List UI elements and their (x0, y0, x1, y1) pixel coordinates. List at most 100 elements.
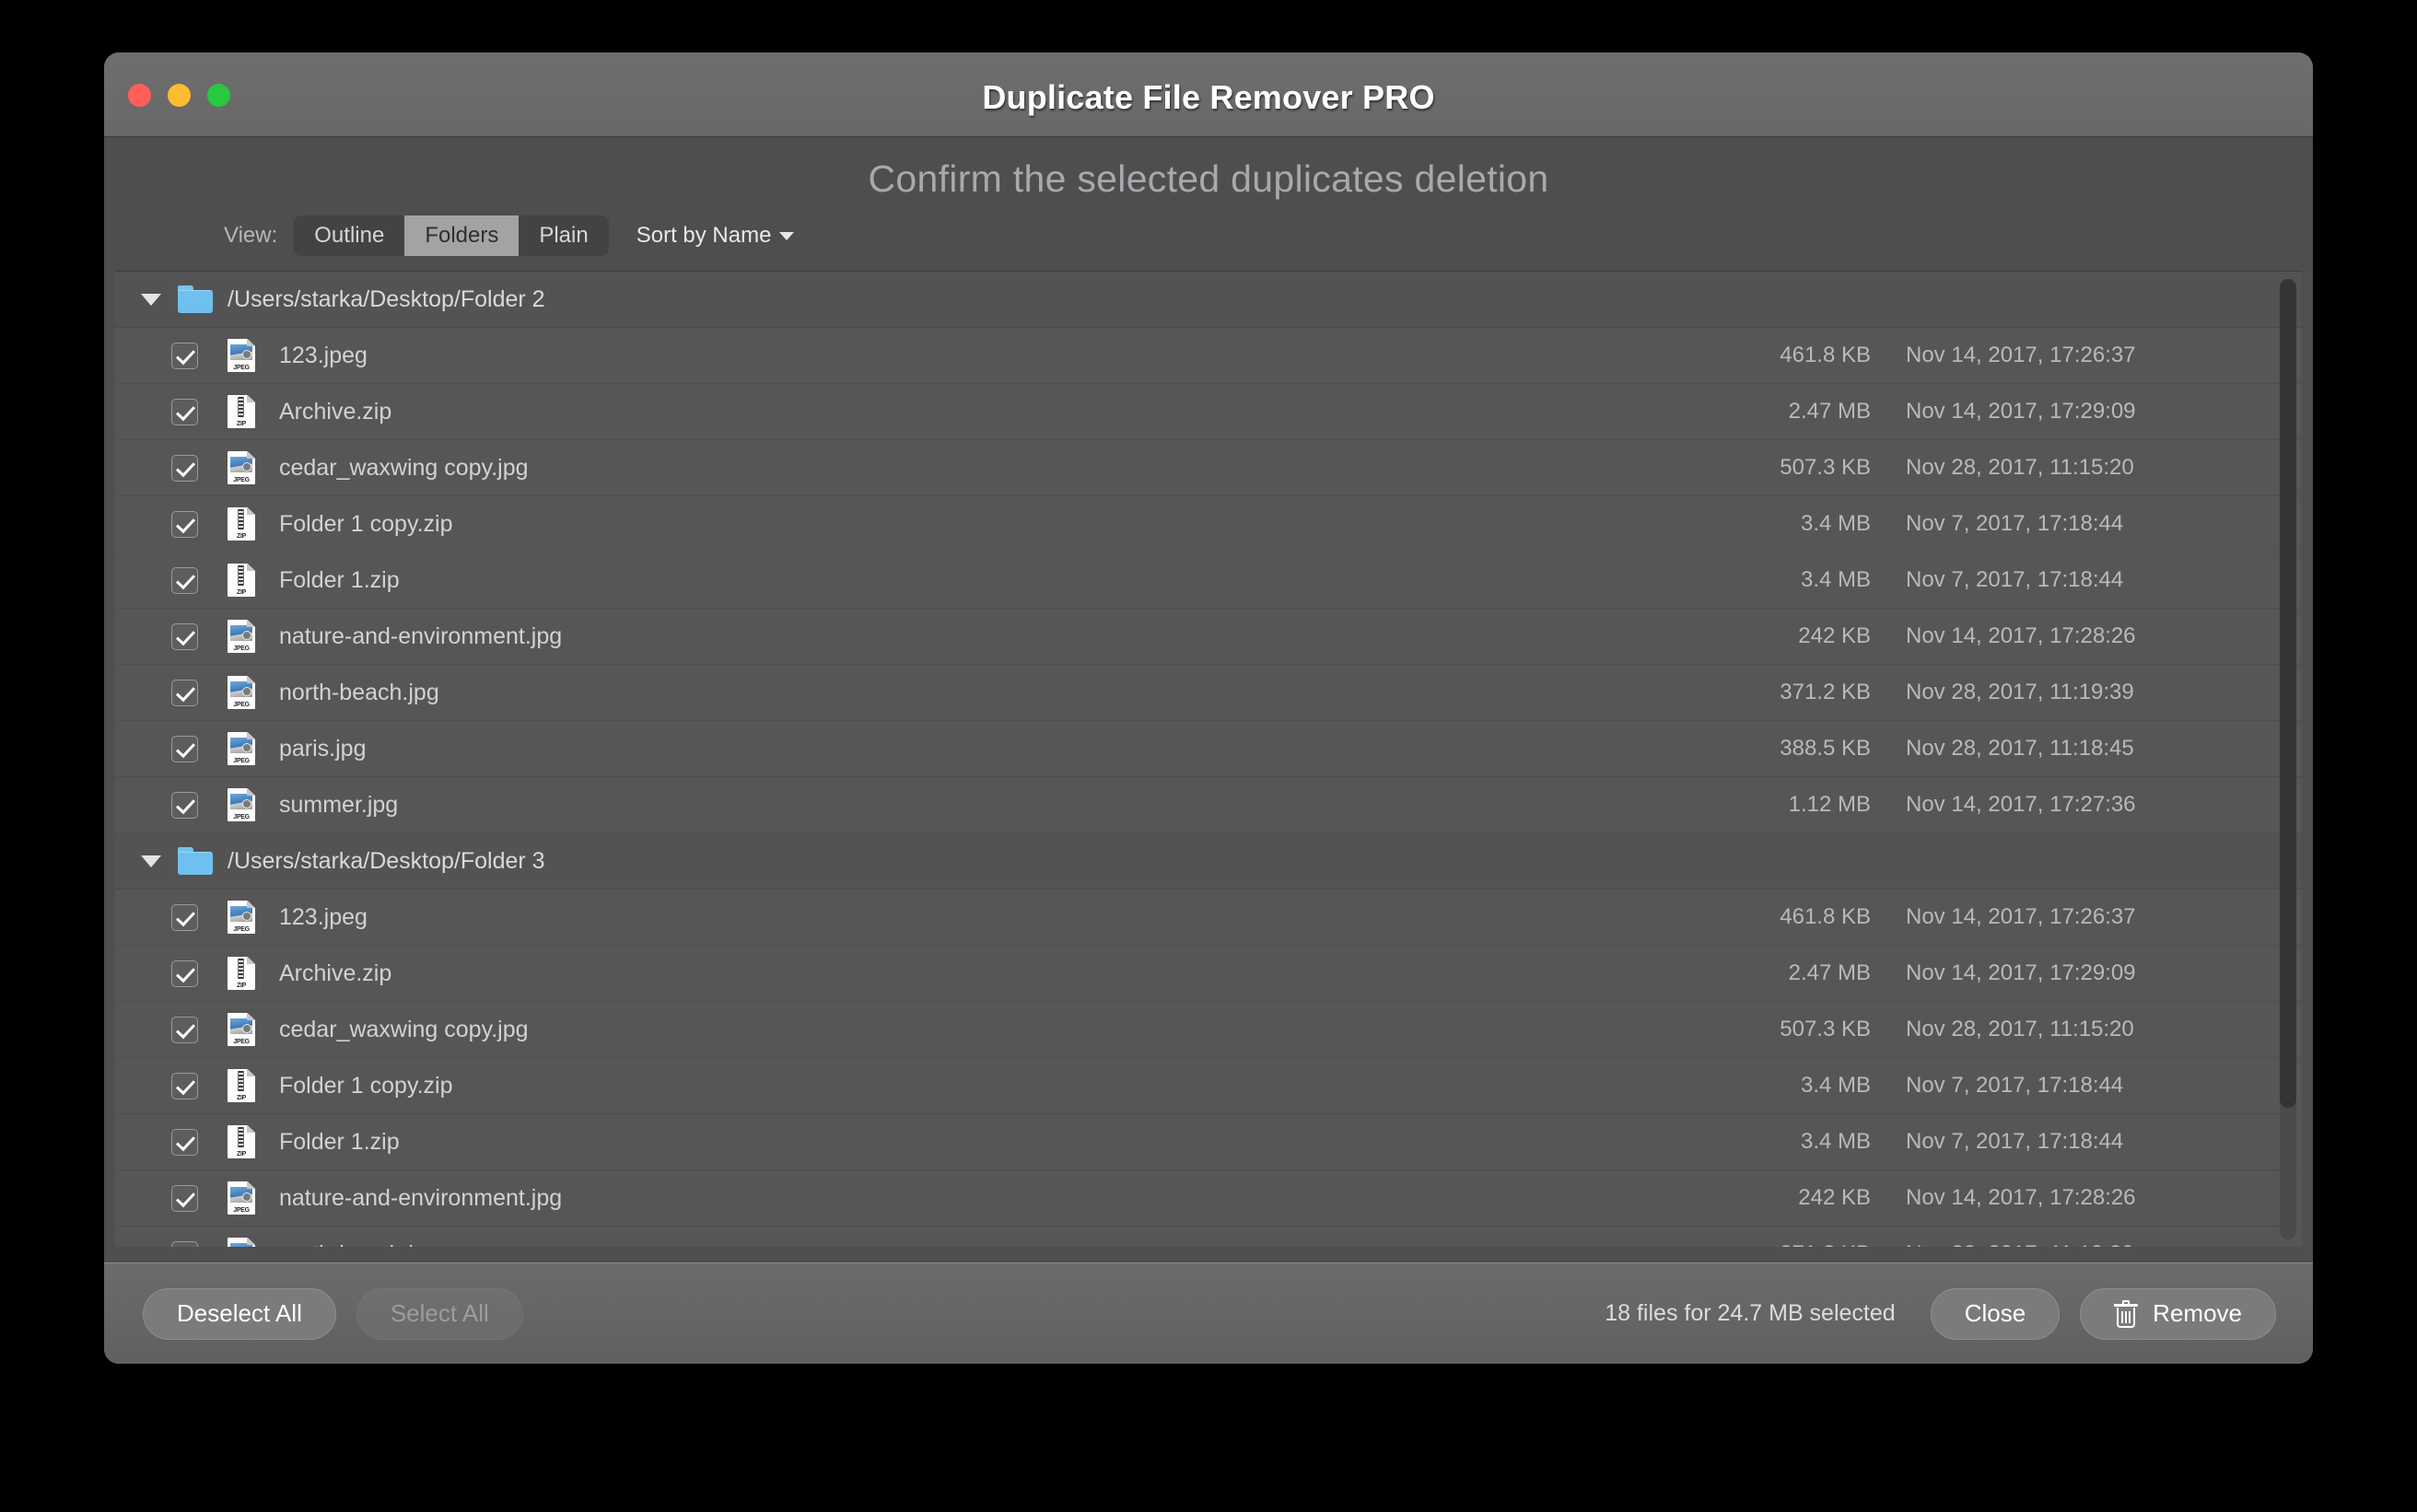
file-checkbox[interactable] (171, 510, 198, 538)
table-row[interactable]: JPEG 123.jpeg 461.8 KB Nov 14, 2017, 17:26:… (115, 890, 2302, 946)
file-size: 2.47 MB (1788, 399, 1871, 424)
table-row[interactable]: ZIP Archive.zip 2.47 MB Nov 14, 2017, 17:29… (115, 946, 2302, 1002)
remove-button[interactable]: Remove (2080, 1287, 2276, 1340)
file-date: Nov 28, 2017, 11:19:39 (1906, 680, 2134, 704)
file-date: Nov 7, 2017, 17:18:44 (1906, 1073, 2124, 1098)
window-titlebar: Duplicate File Remover PRO (104, 52, 2313, 137)
table-row[interactable]: ZIP Folder 1 copy.zip 3.4 MB Nov 7, 2017, 1… (115, 1058, 2302, 1114)
file-size: 388.5 KB (1780, 736, 1871, 761)
disclosure-triangle-icon[interactable] (141, 855, 161, 867)
table-row[interactable]: JPEGnorth-beach.jpg371.2 KBNov 28, 2017,… (115, 1227, 2302, 1247)
file-size: 3.4 MB (1800, 567, 1871, 592)
table-row[interactable]: ZIP Folder 1 copy.zip 3.4 MB Nov 7, 2017, 1… (115, 496, 2302, 552)
table-row[interactable]: ZIP Folder 1.zip 3.4 MB Nov 7, 2017, 17:18:… (115, 1114, 2302, 1170)
file-checkbox-cell[interactable] (115, 510, 228, 538)
table-row[interactable]: JPEGnorth-beach.jpg371.2 KBNov 28, 2017,… (115, 665, 2302, 721)
table-row[interactable]: JPEG summer.jpg 1.12 MB Nov 14, 2017, 17:27… (115, 777, 2302, 833)
file-checkbox[interactable] (171, 791, 198, 819)
file-checkbox-cell[interactable] (115, 566, 228, 594)
list-scrollbar[interactable] (2280, 279, 2296, 1239)
view-label: View: (224, 223, 278, 248)
zip-file-icon: ZIP (228, 1069, 255, 1102)
scrollbar-thumb[interactable] (2280, 279, 2296, 1108)
file-checkbox-cell[interactable] (115, 903, 228, 931)
dialog-subtitle: Confirm the selected duplicates deletion (868, 157, 1549, 200)
file-checkbox-cell[interactable] (115, 454, 228, 482)
file-checkbox[interactable] (171, 903, 198, 931)
table-row[interactable]: ZIP Folder 1.zip 3.4 MB Nov 7, 2017, 17:18:… (115, 552, 2302, 609)
view-mode-plain[interactable]: Plain (519, 215, 608, 256)
file-checkbox-cell[interactable] (115, 1128, 228, 1156)
file-checkbox[interactable] (171, 679, 198, 706)
file-checkbox[interactable] (171, 398, 198, 425)
file-checkbox[interactable] (171, 960, 198, 987)
file-checkbox[interactable] (171, 1072, 198, 1099)
file-size: 507.3 KB (1780, 455, 1871, 480)
file-size: 242 KB (1798, 623, 1871, 648)
file-date: Nov 14, 2017, 17:26:37 (1906, 904, 2136, 929)
jpeg-file-icon: JPEG (228, 901, 255, 934)
file-checkbox[interactable] (171, 622, 198, 650)
table-row[interactable]: JPEG cedar_waxwing copy.jpg 507.3 KB Nov 28… (115, 440, 2302, 496)
folder-icon (178, 285, 213, 313)
file-checkbox-cell[interactable] (115, 398, 228, 425)
folder-group-header[interactable]: /Users/starka/Desktop/Folder 3 (115, 833, 2302, 890)
file-size: 242 KB (1798, 1185, 1871, 1210)
file-date: Nov 28, 2017, 11:18:45 (1906, 736, 2134, 761)
file-checkbox-cell[interactable] (115, 791, 228, 819)
view-mode-segmented-control[interactable]: Outline Folders Plain (294, 215, 609, 256)
file-checkbox[interactable] (171, 1016, 198, 1043)
file-checkbox[interactable] (171, 1240, 198, 1247)
table-row[interactable]: JPEG cedar_waxwing copy.jpg 507.3 KB Nov 28… (115, 1002, 2302, 1058)
file-date: Nov 28, 2017, 11:19:39 (1906, 1241, 2302, 1247)
close-button[interactable]: Close (1930, 1287, 2061, 1340)
folder-group-header[interactable]: /Users/starka/Desktop/Folder 2 (115, 272, 2302, 328)
view-mode-outline[interactable]: Outline (294, 215, 404, 256)
zip-file-icon: ZIP (228, 564, 255, 597)
deselect-all-button[interactable]: Deselect All (143, 1287, 336, 1340)
table-row[interactable]: JPEG 123.jpeg 461.8 KB Nov 14, 2017, 17:26:… (115, 328, 2302, 384)
jpeg-file-icon: JPEG (228, 339, 255, 372)
sort-by-label: Sort by Name (636, 223, 772, 248)
jpeg-file-icon: JPEG (228, 1238, 255, 1247)
file-checkbox-cell[interactable] (115, 342, 228, 369)
file-size: 3.4 MB (1800, 511, 1871, 536)
file-date: Nov 14, 2017, 17:29:09 (1906, 960, 2136, 985)
file-checkbox[interactable] (171, 454, 198, 482)
file-checkbox[interactable] (171, 1128, 198, 1156)
table-row[interactable]: ZIP Archive.zip 2.47 MB Nov 14, 2017, 17:29… (115, 384, 2302, 440)
file-date: Nov 28, 2017, 11:15:20 (1906, 455, 2134, 480)
table-row[interactable]: JPEG nature-and-environment.jpg 242 KB Nov … (115, 1170, 2302, 1227)
file-date: Nov 14, 2017, 17:29:09 (1906, 399, 2136, 424)
zip-file-icon: ZIP (228, 507, 255, 541)
file-checkbox[interactable] (171, 342, 198, 369)
file-name: nature-and-environment.jpg (279, 622, 563, 649)
file-name: north-beach.jpg (279, 679, 439, 705)
file-checkbox[interactable] (171, 1184, 198, 1212)
file-size: 3.4 MB (1800, 1129, 1871, 1154)
trash-icon (2114, 1299, 2139, 1328)
file-checkbox-cell[interactable] (115, 1184, 228, 1212)
file-checkbox-cell[interactable] (115, 622, 228, 650)
table-row[interactable]: JPEG nature-and-environment.jpg 242 KB Nov … (115, 609, 2302, 665)
duplicates-list-container: /Users/starka/Desktop/Folder 2 JPEG 123.jp… (115, 271, 2302, 1247)
file-checkbox-cell[interactable] (115, 1016, 228, 1043)
file-checkbox-cell[interactable] (115, 1240, 228, 1247)
file-size: 3.4 MB (1800, 1073, 1871, 1098)
file-checkbox-cell[interactable] (115, 1072, 228, 1099)
table-row[interactable]: JPEG paris.jpg 388.5 KB Nov 28, 2017, 11:18… (115, 721, 2302, 777)
file-size: 371.2 KB (1629, 1241, 1906, 1247)
select-all-button[interactable]: Select All (356, 1287, 523, 1340)
sort-by-dropdown[interactable]: Sort by Name (636, 223, 795, 249)
view-mode-folders[interactable]: Folders (404, 215, 520, 256)
file-size: 2.47 MB (1788, 960, 1871, 985)
file-name: Archive.zip (279, 960, 392, 986)
disclosure-triangle-icon[interactable] (141, 293, 161, 306)
file-checkbox[interactable] (171, 735, 198, 762)
zip-file-icon: ZIP (228, 1125, 255, 1158)
file-checkbox-cell[interactable] (115, 960, 228, 987)
file-checkbox-cell[interactable] (115, 679, 228, 706)
file-checkbox[interactable] (171, 566, 198, 594)
zip-file-icon: ZIP (228, 395, 255, 428)
file-checkbox-cell[interactable] (115, 735, 228, 762)
